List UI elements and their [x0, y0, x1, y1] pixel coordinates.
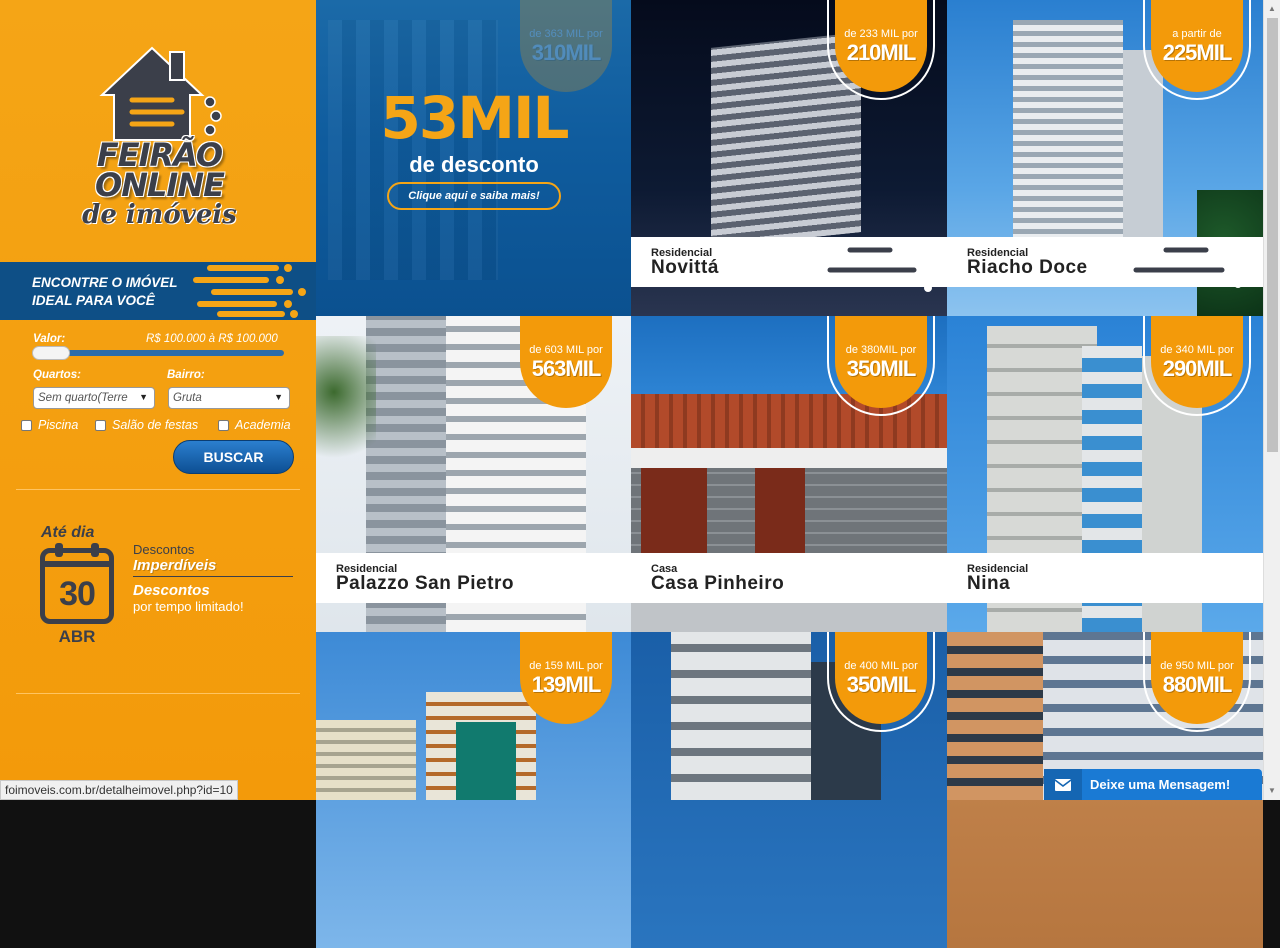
bairro-label: Bairro:	[167, 369, 205, 381]
price-tag: a partir de 225MIL	[1143, 0, 1251, 100]
faded-price-big: 310MIL	[531, 40, 602, 65]
valor-slider-handle[interactable]	[32, 346, 70, 360]
promo-until: Até dia	[41, 524, 95, 541]
chat-label: Deixe uma Mensagem!	[1090, 777, 1231, 792]
price-old: de 603 MIL por	[529, 344, 603, 356]
sidebar: FEIRÃO ONLINE de imóveis ENCONTRE O IMÓV…	[0, 0, 316, 800]
quartos-select-value: Sem quarto(Terre	[38, 392, 128, 404]
promo-separator	[133, 576, 293, 577]
listing-title: Riacho Doce	[967, 257, 1088, 278]
promo-line1: Descontos	[133, 542, 195, 557]
listing-tile-7[interactable]: de 400 MIL por 350MIL	[631, 632, 947, 948]
listing-title: Novittá	[651, 257, 719, 278]
house-icon	[99, 46, 222, 141]
price-tag: de 340 MIL por 290MIL	[1143, 316, 1251, 416]
price-tag: de 950 MIL por 880MIL	[1143, 632, 1251, 732]
price-new: 139MIL	[531, 672, 602, 697]
price-new: 880MIL	[1162, 672, 1233, 697]
promo-line2: Imperdíveis	[133, 557, 217, 574]
listing-title: Casa Pinheiro	[651, 573, 785, 594]
scrollbar-thumb[interactable]	[1267, 18, 1278, 452]
scroll-down-icon[interactable]: ▼	[1268, 786, 1276, 795]
valor-range: R$ 100.000 à R$ 100.000	[146, 333, 278, 345]
listing-name-bar: Casa Casa Pinheiro	[631, 553, 947, 603]
price-old: de 380MIL por	[845, 344, 917, 356]
valor-slider[interactable]	[34, 350, 284, 356]
checkbox-icon	[21, 419, 32, 431]
chevron-down-icon: ▼	[274, 392, 283, 402]
promo-line3: Descontos	[133, 582, 210, 599]
dots-decoration-icon	[1133, 238, 1252, 288]
hero-headline: 53MIL	[380, 84, 570, 152]
price-new: 290MIL	[1162, 356, 1233, 381]
salao-checkbox[interactable]: Salão de festas	[95, 418, 198, 432]
divider	[16, 693, 300, 694]
listing-name-bar: Residencial Palazzo San Pietro	[316, 553, 632, 603]
price-new: 350MIL	[846, 672, 917, 697]
price-old: de 950 MIL por	[1160, 660, 1234, 672]
banner-line2: IDEAL PARA VOCÊ	[32, 293, 155, 308]
logo-line2: ONLINE	[95, 166, 225, 204]
divider	[16, 489, 300, 490]
price-tag: de 380MIL por 350MIL	[827, 316, 935, 416]
hero-cta-button[interactable]: Clique aqui e saiba mais!	[387, 182, 561, 210]
speed-lines-icon	[193, 264, 306, 318]
listing-title: Palazzo San Pietro	[336, 573, 514, 594]
price-tag: de 400 MIL por 350MIL	[827, 632, 935, 732]
chat-button[interactable]: Deixe uma Mensagem!	[1044, 769, 1262, 800]
status-bar-url: foimoveis.com.br/detalheimovel.php?id=10	[0, 780, 238, 800]
listing-tile-nina[interactable]: de 340 MIL por 290MIL Residencial Nina	[947, 316, 1263, 632]
bairro-select-value: Gruta	[173, 392, 202, 404]
listing-tile-palazzo[interactable]: de 603 MIL por 563MIL Residencial Palazz…	[316, 316, 632, 632]
search-banner: ENCONTRE O IMÓVEL IDEAL PARA VOCÊ	[0, 262, 316, 320]
price-old: de 400 MIL por	[844, 660, 918, 672]
calendar-icon: 30	[40, 543, 114, 624]
price-tag: de 603 MIL por 563MIL	[512, 316, 620, 416]
promo-line4: por tempo limitado!	[133, 599, 244, 614]
scroll-up-icon[interactable]: ▲	[1268, 4, 1276, 13]
piscina-checkbox[interactable]: Piscina	[21, 418, 78, 432]
price-new: 563MIL	[531, 356, 602, 381]
faded-price-small: de 363 MIL por	[529, 28, 603, 40]
price-old: de 159 MIL por	[529, 660, 603, 672]
academia-label: Academia	[235, 418, 291, 432]
price-old: de 233 MIL por	[844, 28, 918, 40]
listing-tile-casa-pinheiro[interactable]: de 380MIL por 350MIL Casa Casa Pinheiro	[631, 316, 947, 632]
calendar-day: 30	[59, 575, 96, 613]
academia-checkbox[interactable]: Academia	[218, 418, 291, 432]
quartos-select[interactable]: Sem quarto(Terre ▼	[33, 387, 155, 409]
price-old: a partir de	[1172, 28, 1222, 40]
listing-name-bar: Residencial Nina	[947, 553, 1263, 603]
quartos-label: Quartos:	[33, 369, 81, 381]
valor-label: Valor:	[33, 333, 66, 345]
scrollbar[interactable]: ▲ ▼	[1263, 0, 1280, 800]
price-new: 210MIL	[846, 40, 917, 65]
listing-tile-6[interactable]: de 159 MIL por 139MIL	[316, 632, 632, 948]
price-new: 225MIL	[1162, 40, 1233, 65]
listing-title: Nina	[967, 573, 1011, 594]
price-old: de 340 MIL por	[1160, 344, 1234, 356]
price-new: 350MIL	[846, 356, 917, 381]
dots-decoration-icon	[827, 238, 936, 292]
hero-subheadline: de desconto	[409, 152, 539, 177]
checkbox-icon	[218, 419, 229, 431]
price-tag: de 233 MIL por 210MIL	[827, 0, 935, 100]
hero-tile[interactable]: de 363 MIL por 310MIL 53MIL de desconto …	[316, 0, 632, 316]
logo-line3: de imóveis	[82, 200, 237, 230]
logo[interactable]: FEIRÃO ONLINE de imóveis	[72, 40, 247, 245]
checkbox-icon	[95, 419, 106, 431]
bairro-select[interactable]: Gruta ▼	[168, 387, 290, 409]
piscina-label: Piscina	[38, 418, 79, 432]
price-tag: de 159 MIL por 139MIL	[512, 632, 620, 732]
calendar-month: ABR	[58, 627, 96, 646]
envelope-icon	[1044, 769, 1082, 800]
chevron-down-icon: ▼	[139, 392, 148, 402]
salao-label: Salão de festas	[112, 418, 199, 432]
search-button[interactable]: BUSCAR	[173, 440, 294, 474]
banner-line1: ENCONTRE O IMÓVEL	[32, 275, 178, 290]
